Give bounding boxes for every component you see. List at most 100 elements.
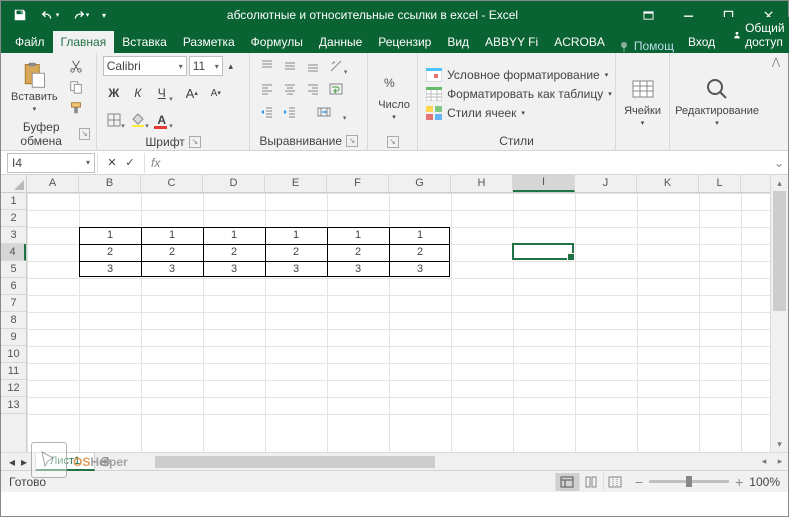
row-header[interactable]: 9 [1, 329, 26, 346]
format-painter-button[interactable] [66, 99, 86, 117]
tab-abbyy[interactable]: ABBYY Fi [477, 31, 546, 53]
collapse-ribbon-button[interactable]: ⋀ [764, 53, 788, 150]
expand-formula-bar-button[interactable]: ⌄ [770, 156, 788, 170]
sheet-nav-prev[interactable]: ◂ [9, 455, 15, 469]
column-headers[interactable]: ABCDEFGHIJKL [27, 175, 770, 193]
horizontal-scrollbar[interactable] [155, 455, 740, 469]
column-header[interactable]: K [637, 175, 699, 192]
orientation-button[interactable]: ▾ [325, 56, 347, 76]
align-right-button[interactable] [302, 79, 324, 99]
column-header[interactable]: A [27, 175, 79, 192]
font-color-button[interactable]: A▾ [151, 110, 173, 130]
worksheet-grid[interactable]: ABCDEFGHIJKL 12345678910111213 111111222… [1, 175, 788, 470]
tab-data[interactable]: Данные [311, 31, 370, 53]
column-header[interactable]: H [451, 175, 513, 192]
normal-view-button[interactable] [555, 473, 579, 491]
minimize-button[interactable] [668, 1, 708, 29]
column-header[interactable]: I [513, 175, 575, 192]
page-break-view-button[interactable] [603, 473, 627, 491]
italic-button[interactable]: К [127, 83, 149, 103]
vscroll-thumb[interactable] [773, 191, 786, 311]
cell-styles-button[interactable]: Стили ячеек▾ [424, 105, 614, 121]
qat-customize-button[interactable]: ▾ [97, 3, 111, 27]
grow-font-button[interactable]: ▴ [225, 56, 237, 76]
borders-button[interactable]: ▾ [103, 110, 125, 130]
formula-input[interactable] [166, 153, 770, 173]
alignment-launcher[interactable]: ↘ [346, 135, 358, 147]
row-header[interactable]: 5 [1, 261, 26, 278]
row-header[interactable]: 6 [1, 278, 26, 295]
sheet-tab[interactable]: Лист1 [35, 452, 95, 471]
sheet-nav-next[interactable]: ▸ [21, 455, 27, 469]
zoom-slider[interactable] [649, 480, 729, 483]
underline-button[interactable]: Ч▾ [151, 83, 173, 103]
hscroll-thumb[interactable] [155, 456, 435, 468]
signin-button[interactable]: Вход [680, 31, 723, 53]
tab-layout[interactable]: Разметка [175, 31, 243, 53]
column-header[interactable]: C [141, 175, 203, 192]
decrease-font-button[interactable]: A▾ [205, 83, 227, 103]
align-bottom-button[interactable] [302, 56, 324, 76]
tell-me-button[interactable]: Помощ [613, 39, 680, 53]
column-header[interactable]: L [699, 175, 741, 192]
paste-button[interactable]: Вставить▾ [7, 56, 62, 118]
enter-formula-button[interactable]: ✓ [122, 156, 138, 169]
row-header[interactable]: 12 [1, 380, 26, 397]
undo-button[interactable]: ▾ [37, 3, 63, 27]
bold-button[interactable]: Ж [103, 83, 125, 103]
column-header[interactable]: G [389, 175, 451, 192]
increase-font-button[interactable]: A▴ [181, 83, 203, 103]
ribbon-display-button[interactable] [628, 1, 668, 29]
editing-button[interactable]: Редактирование▾ [676, 56, 758, 146]
row-header[interactable]: 2 [1, 210, 26, 227]
column-header[interactable]: D [203, 175, 265, 192]
column-header[interactable]: B [79, 175, 141, 192]
zoom-in-button[interactable]: + [735, 474, 743, 490]
align-middle-button[interactable] [279, 56, 301, 76]
cells-button[interactable]: Ячейки▾ [622, 56, 663, 146]
align-top-button[interactable] [256, 56, 278, 76]
format-as-table-button[interactable]: Форматировать как таблицу▾ [424, 86, 614, 102]
row-header[interactable]: 1 [1, 193, 26, 210]
row-header[interactable]: 8 [1, 312, 26, 329]
row-header[interactable]: 11 [1, 363, 26, 380]
zoom-level[interactable]: 100% [749, 475, 780, 489]
font-name-combo[interactable]: Calibri▾ [103, 56, 187, 76]
clipboard-launcher[interactable]: ↘ [79, 128, 89, 140]
row-header[interactable]: 4 [1, 244, 26, 261]
number-launcher[interactable]: ↘ [387, 136, 399, 148]
increase-indent-button[interactable] [279, 102, 301, 122]
number-format-button[interactable]: % Число▾ [374, 56, 414, 134]
column-header[interactable]: J [575, 175, 637, 192]
row-header[interactable]: 3 [1, 227, 26, 244]
decrease-indent-button[interactable] [256, 102, 278, 122]
page-layout-view-button[interactable] [579, 473, 603, 491]
zoom-out-button[interactable]: − [635, 474, 643, 490]
vertical-scrollbar[interactable]: ▴ ▾ [770, 175, 788, 452]
tab-acrobat[interactable]: ACROBA [546, 31, 613, 53]
font-size-combo[interactable]: 11▾ [189, 56, 223, 76]
cut-button[interactable] [66, 57, 86, 75]
select-all-button[interactable] [1, 175, 27, 193]
conditional-formatting-button[interactable]: Условное форматирование▾ [424, 67, 614, 83]
share-button[interactable]: Общий доступ [723, 17, 789, 53]
wrap-text-button[interactable] [325, 79, 347, 99]
merge-button[interactable]: ▾ [302, 102, 346, 122]
redo-button[interactable]: ▾ [67, 3, 93, 27]
row-headers[interactable]: 12345678910111213 [1, 193, 27, 452]
tab-formulas[interactable]: Формулы [243, 31, 311, 53]
active-cell[interactable] [512, 243, 574, 260]
cancel-formula-button[interactable]: ✕ [104, 156, 120, 169]
row-header[interactable]: 13 [1, 397, 26, 414]
row-header[interactable]: 10 [1, 346, 26, 363]
copy-button[interactable] [66, 78, 86, 96]
tab-view[interactable]: Вид [439, 31, 477, 53]
tab-review[interactable]: Рецензир [370, 31, 439, 53]
save-button[interactable] [7, 3, 33, 27]
column-header[interactable]: F [327, 175, 389, 192]
name-box[interactable]: I4▾ [7, 153, 95, 173]
insert-function-button[interactable]: fx [145, 156, 166, 170]
align-center-button[interactable] [279, 79, 301, 99]
fill-color-button[interactable]: ▾ [127, 110, 149, 130]
tab-home[interactable]: Главная [53, 31, 115, 53]
